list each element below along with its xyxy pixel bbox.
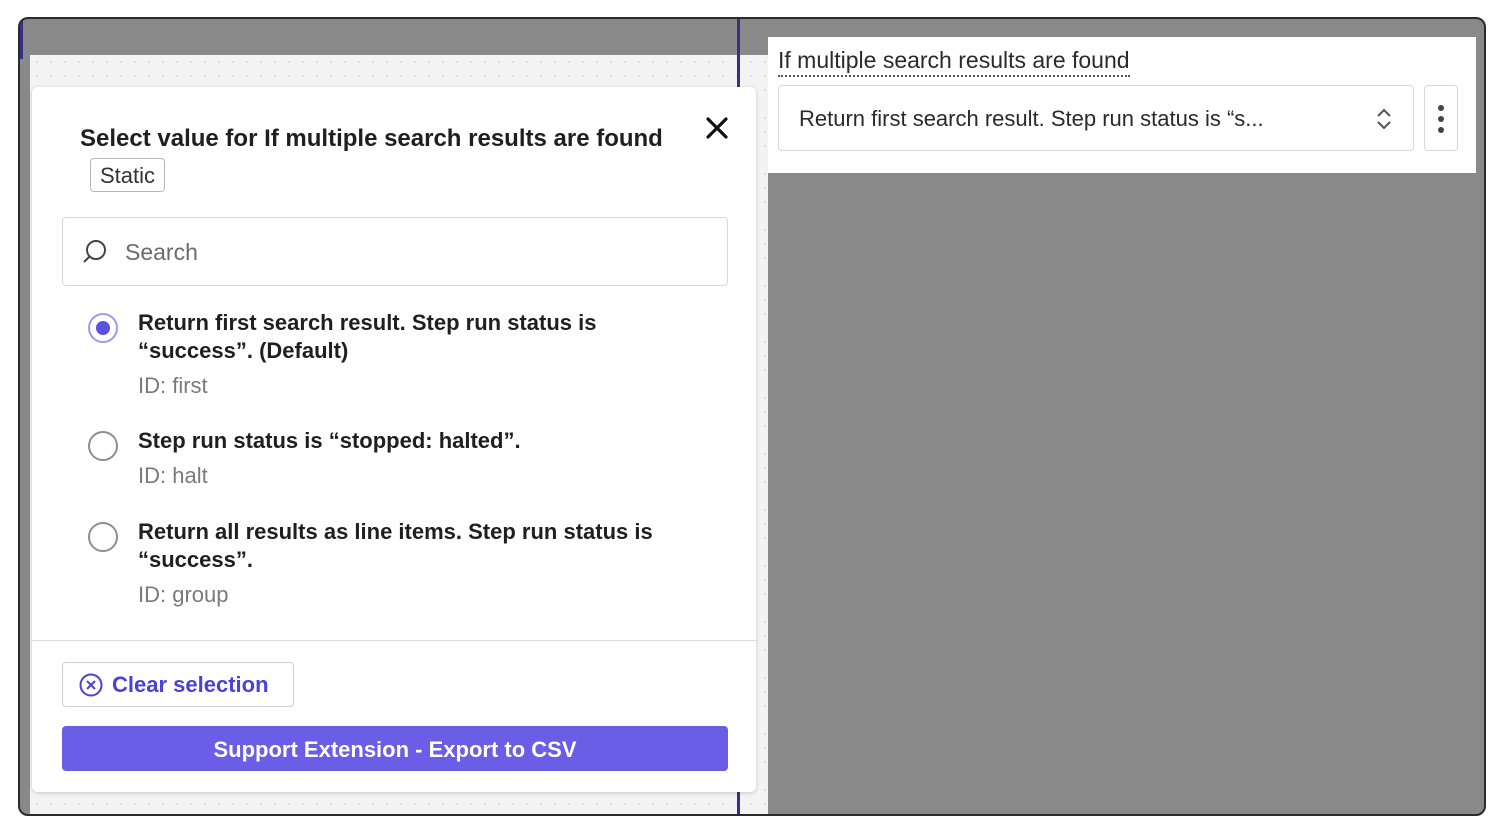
canvas-edge bbox=[20, 19, 23, 59]
search-field[interactable] bbox=[62, 217, 728, 286]
option-id: ID: group bbox=[138, 582, 229, 607]
chevron-updown-icon bbox=[1377, 108, 1391, 130]
clear-selection-label: Clear selection bbox=[112, 672, 269, 697]
footer-divider bbox=[32, 640, 756, 641]
kebab-menu-icon bbox=[1438, 105, 1444, 133]
radio-first[interactable] bbox=[88, 313, 118, 343]
search-icon bbox=[83, 240, 106, 263]
option-label: Return all results as line items. Step r… bbox=[138, 519, 653, 572]
popover-title: Select value for If multiple search resu… bbox=[80, 125, 663, 152]
option-label: Step run status is “stopped: halted”. bbox=[138, 428, 521, 453]
search-input[interactable] bbox=[125, 232, 705, 272]
close-icon[interactable] bbox=[704, 115, 730, 141]
option-id: ID: first bbox=[138, 373, 208, 398]
option-id: ID: halt bbox=[138, 463, 208, 488]
static-badge: Static bbox=[90, 158, 166, 192]
radio-halt[interactable] bbox=[88, 431, 118, 461]
field-select[interactable]: Return first search result. Step run sta… bbox=[778, 85, 1414, 151]
field-options-button[interactable] bbox=[1424, 85, 1458, 151]
export-csv-button[interactable]: Support Extension - Export to CSV bbox=[62, 726, 728, 771]
option-label: Return first search result. Step run sta… bbox=[138, 310, 597, 363]
field-label: If multiple search results are found bbox=[778, 47, 1130, 77]
clear-circle-x-icon bbox=[79, 673, 103, 697]
field-panel: If multiple search results are found Ret… bbox=[768, 37, 1476, 173]
field-select-value: Return first search result. Step run sta… bbox=[799, 106, 1264, 131]
radio-group[interactable] bbox=[88, 522, 118, 552]
app-frame: If multiple search results are found Ret… bbox=[18, 17, 1486, 816]
value-picker-popover: Select value for If multiple search resu… bbox=[32, 87, 756, 792]
clear-selection-button[interactable]: Clear selection bbox=[62, 662, 294, 707]
